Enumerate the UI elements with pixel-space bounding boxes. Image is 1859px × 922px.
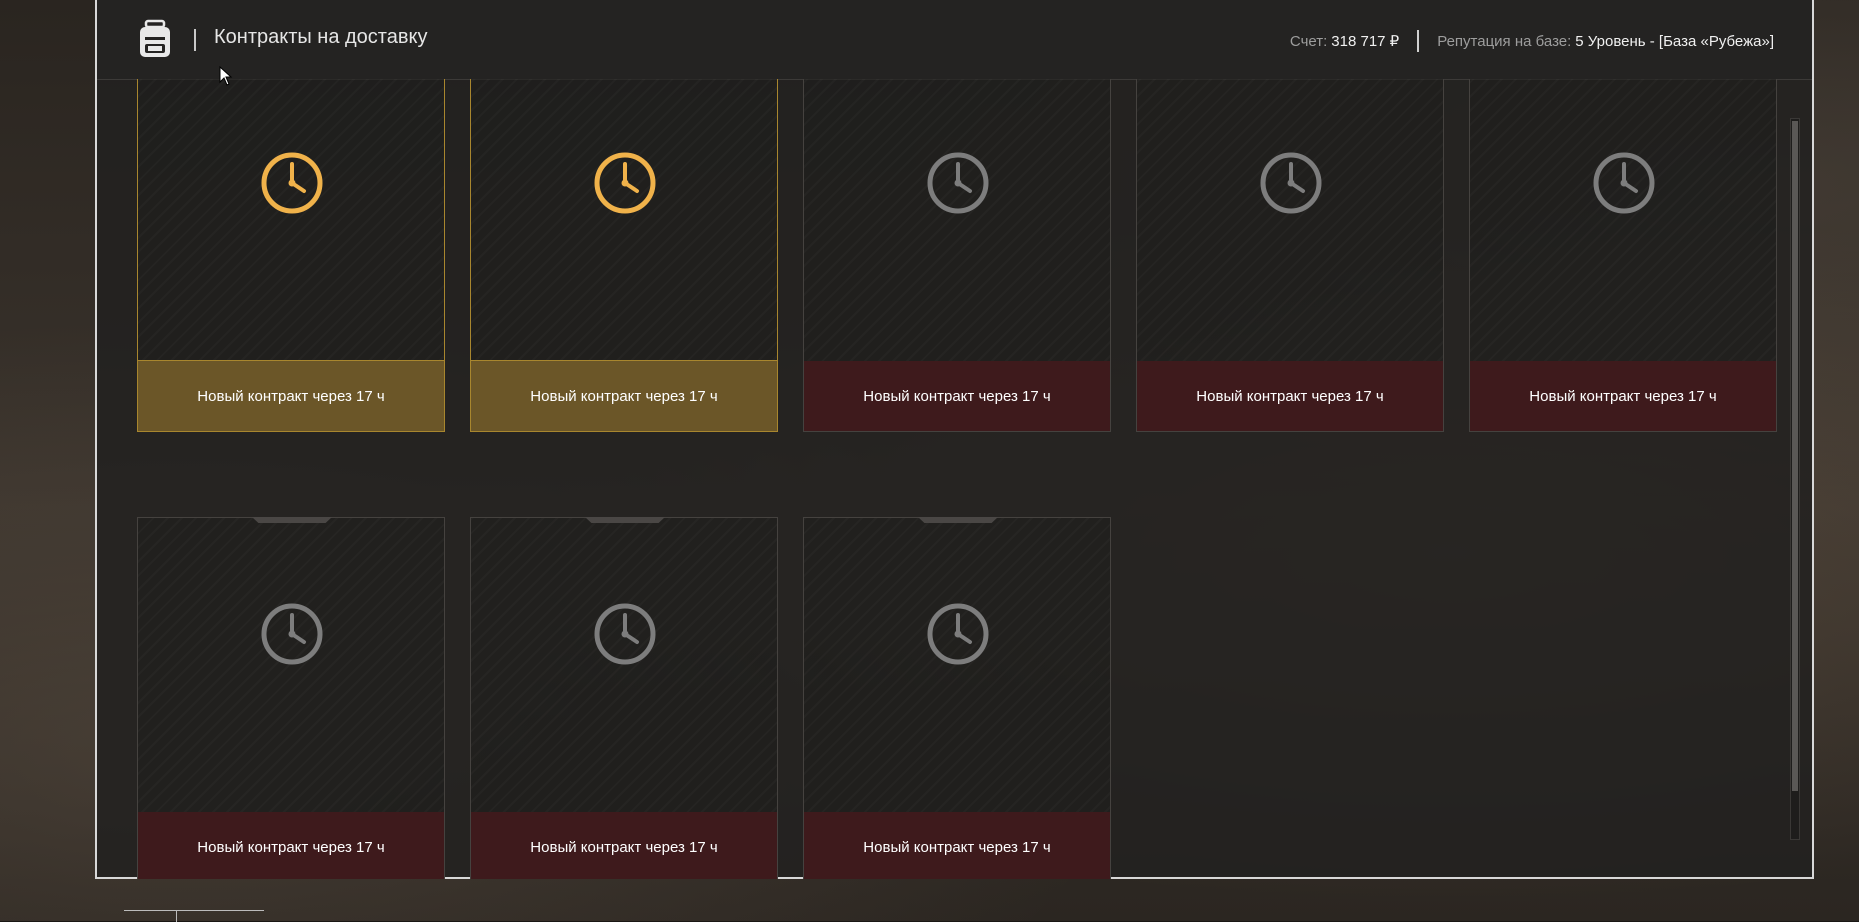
contract-card[interactable]: Новый контракт через 17 ч	[1469, 79, 1777, 432]
card-tab	[585, 517, 665, 523]
contract-card-label: Новый контракт через 17 ч	[138, 360, 444, 431]
contract-card[interactable]: Новый контракт через 17 ч	[137, 517, 445, 879]
page-title: Контракты на доставку	[214, 26, 428, 48]
clock-icon	[261, 152, 323, 214]
contract-card-label: Новый контракт через 17 ч	[1470, 361, 1776, 431]
clock-icon	[927, 152, 989, 214]
contract-card-label: Новый контракт через 17 ч	[804, 361, 1110, 431]
scrollbar-thumb[interactable]	[1792, 121, 1798, 791]
contract-card[interactable]: Новый контракт через 17 ч	[1136, 79, 1444, 432]
contract-card-label: Новый контракт через 17 ч	[1137, 361, 1443, 431]
account-value: 318 717 ₽	[1331, 33, 1400, 50]
clock-icon	[594, 152, 656, 214]
contract-card[interactable]: Новый контракт через 17 ч	[470, 517, 778, 879]
mouse-cursor-icon	[219, 66, 233, 86]
hud-bracket	[124, 910, 264, 922]
card-tab	[918, 517, 998, 523]
clock-icon	[261, 603, 323, 665]
reputation-value: 5 Уровень - [База «Рубежа»]	[1575, 32, 1774, 50]
scrollbar[interactable]	[1790, 118, 1800, 840]
card-tab	[252, 517, 332, 523]
title-separator	[194, 29, 196, 51]
contract-card-label: Новый контракт через 17 ч	[804, 812, 1110, 879]
account-label: Счет:	[1289, 32, 1328, 50]
reputation-label: Репутация на базе:	[1437, 32, 1572, 50]
contract-card[interactable]: Новый контракт через 17 ч	[803, 79, 1111, 432]
clock-icon	[927, 603, 989, 665]
contract-card[interactable]: Новый контракт через 17 ч	[470, 79, 778, 432]
contract-card[interactable]: Новый контракт через 17 ч	[803, 517, 1111, 879]
contract-card-label: Новый контракт через 17 ч	[471, 360, 777, 431]
header-separator	[1417, 30, 1420, 52]
hud-tick	[176, 911, 177, 922]
clock-icon	[1593, 152, 1655, 214]
contracts-grid: Новый контракт через 17 ч Новый контракт …	[137, 79, 1777, 879]
contract-card[interactable]: Новый контракт через 17 ч	[137, 79, 445, 432]
window-header: Контракты на доставку Счет: 318 717 ₽ Ре…	[97, 0, 1812, 80]
contract-card-label: Новый контракт через 17 ч	[138, 812, 444, 879]
clock-icon	[594, 603, 656, 665]
contract-card-label: Новый контракт через 17 ч	[471, 812, 777, 879]
backpack-icon	[140, 19, 170, 57]
delivery-contracts-window: Контракты на доставку Счет: 318 717 ₽ Ре…	[95, 0, 1814, 879]
header-status: Счет: 318 717 ₽ Репутация на базе: 5 Уро…	[1290, 30, 1774, 52]
clock-icon	[1260, 152, 1322, 214]
